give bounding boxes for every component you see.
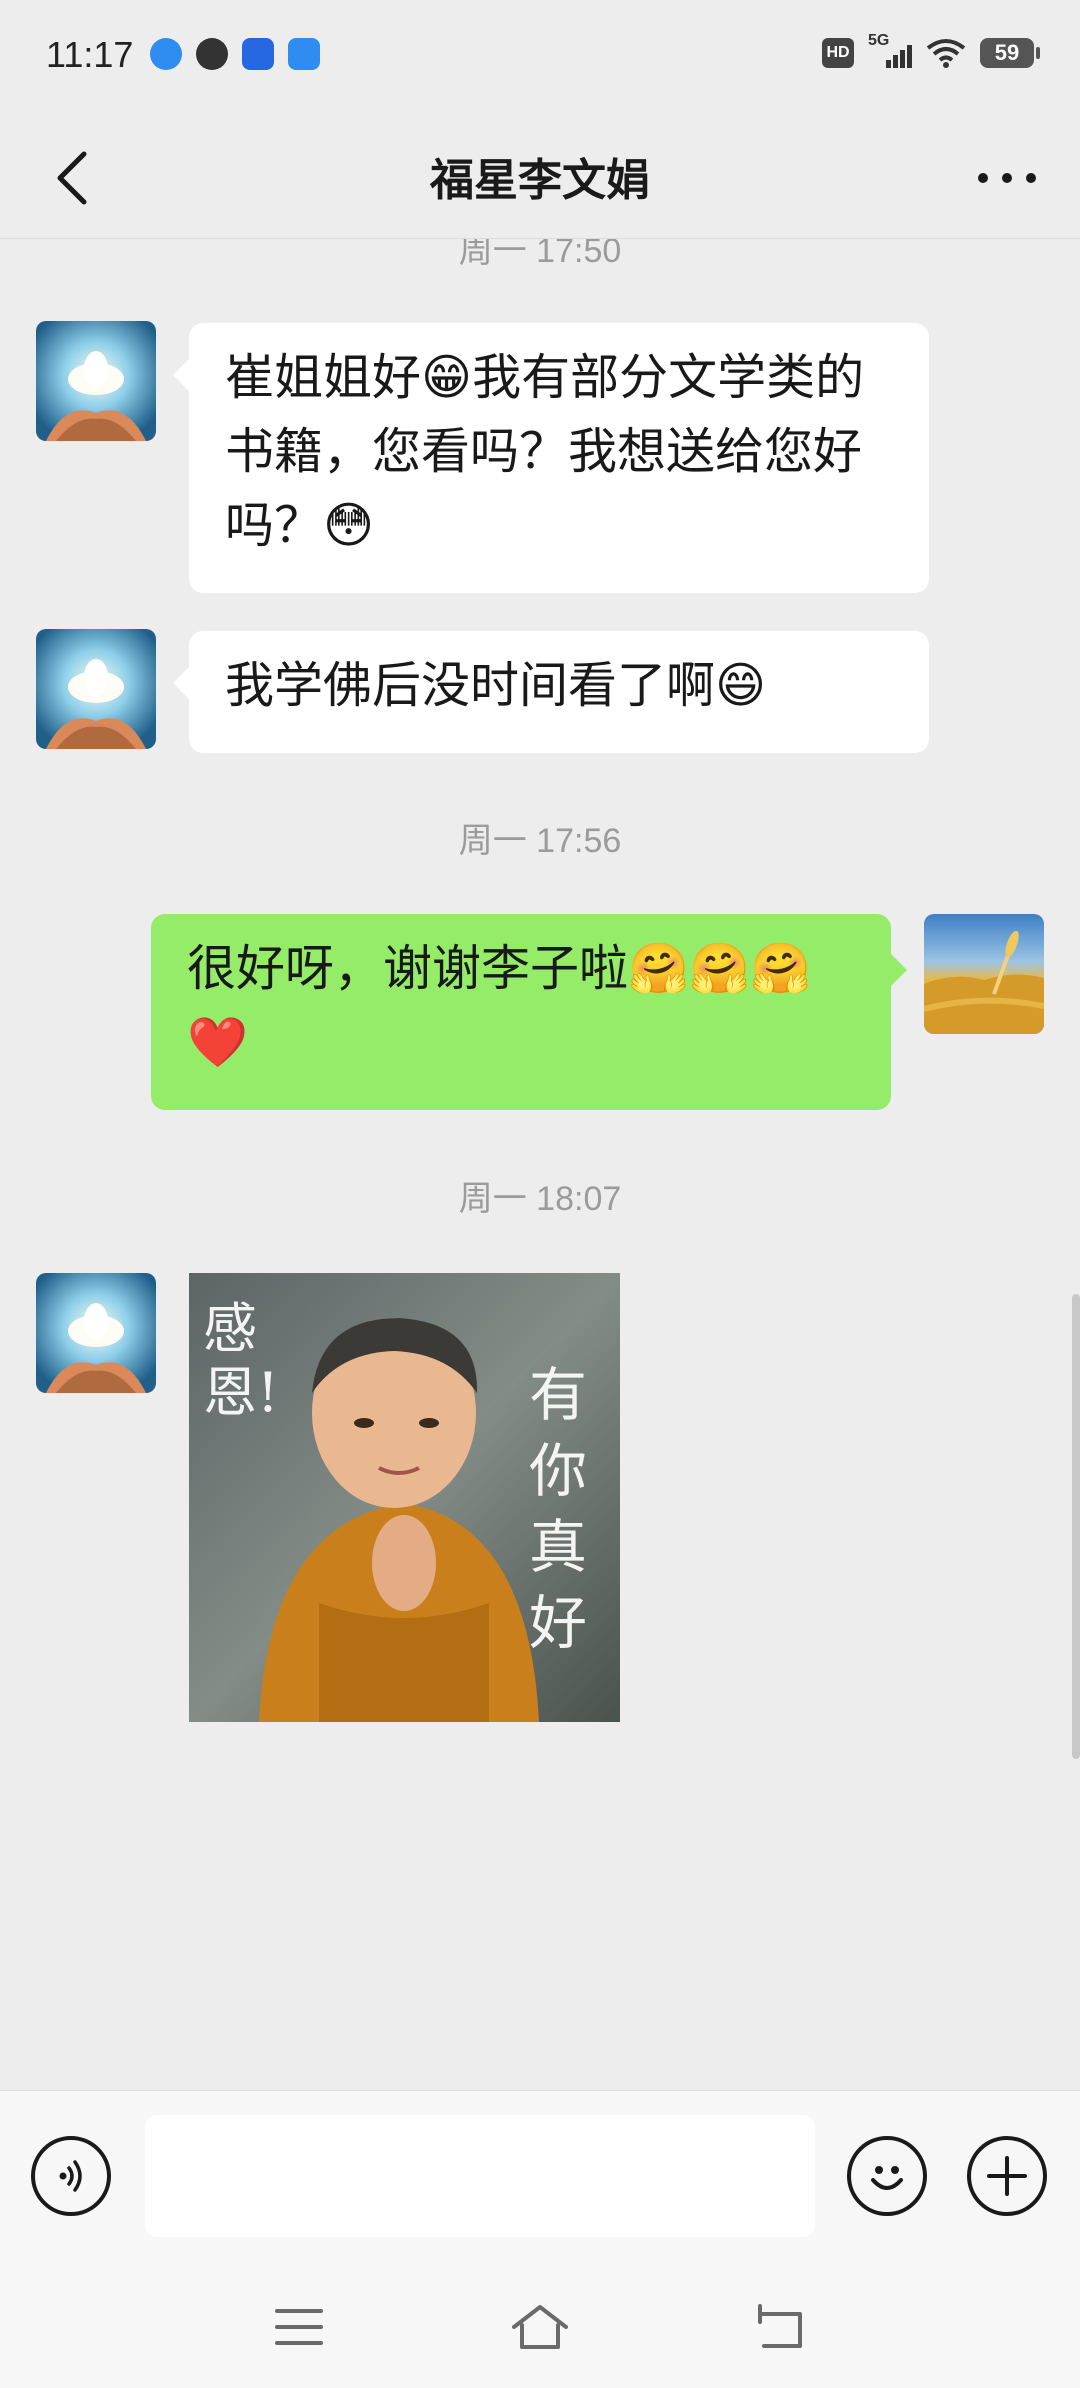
hd-icon: HD xyxy=(822,38,854,68)
link-app-icon xyxy=(288,38,320,70)
message-text: 我学佛后没时间看了啊😄 xyxy=(225,657,767,714)
sticker-caption-left: 感恩! xyxy=(203,1297,279,1424)
nav-menu-button[interactable] xyxy=(264,2292,334,2362)
contact-avatar[interactable] xyxy=(36,1273,156,1393)
scrollbar[interactable] xyxy=(1072,1294,1080,1759)
message-text: 崔姐姐好😁我有部分文学类的书籍，您看吗？我想送给您好吗？😳 xyxy=(225,349,865,554)
home-icon xyxy=(512,2305,568,2349)
browser-app-icon xyxy=(150,38,182,70)
translate-app-icon xyxy=(242,38,274,70)
notification-icons xyxy=(150,38,320,70)
message-bubble[interactable]: 我学佛后没时间看了啊😄 xyxy=(173,631,929,753)
input-bar xyxy=(0,2090,1080,2271)
chat-title: 福星李文娟 xyxy=(430,155,650,206)
timestamp: 周一 18:07 xyxy=(458,1180,622,1218)
emoji-button[interactable] xyxy=(847,2136,927,2216)
nav-home-button[interactable] xyxy=(505,2292,575,2362)
more-dots-icon xyxy=(978,173,1036,183)
timestamp: 周一 17:50 xyxy=(458,239,622,270)
wifi-icon xyxy=(926,39,966,68)
back-arrow-icon xyxy=(758,2304,802,2348)
contact-avatar[interactable] xyxy=(36,321,156,441)
message-bubble[interactable]: 崔姐姐好😁我有部分文学类的书籍，您看吗？我想送给您好吗？😳 xyxy=(173,323,929,593)
smiley-icon xyxy=(871,2166,903,2190)
battery-icon: 59 xyxy=(980,38,1040,68)
sticker-image-message[interactable]: 感恩! 有你真好 xyxy=(189,1273,620,1722)
voice-icon xyxy=(59,2160,82,2192)
chat-header: 福星李文娟 xyxy=(0,118,1080,239)
menu-icon xyxy=(275,2309,323,2345)
more-functions-button[interactable] xyxy=(967,2136,1047,2216)
status-bar: 11:17 HD 5G 59 xyxy=(0,0,1080,118)
message-input[interactable] xyxy=(145,2115,815,2237)
cellular-signal-icon: 5G xyxy=(868,32,912,68)
more-options-button[interactable] xyxy=(972,158,1042,198)
plus-icon xyxy=(987,2156,1027,2196)
system-nav-bar xyxy=(0,2270,1080,2388)
voice-input-button[interactable] xyxy=(31,2136,111,2216)
my-message-bubble[interactable]: 很好呀，谢谢李子啦🤗🤗🤗❤️ xyxy=(151,914,907,1110)
sticker-caption-right: 有你真好 xyxy=(529,1361,588,1657)
network-type-label: 5G xyxy=(868,32,890,49)
status-right: HD 5G 59 xyxy=(822,32,1040,68)
timestamp: 周一 17:56 xyxy=(458,822,622,860)
message-list[interactable]: 周一 17:50 崔姐姐好😁我有部分文学类的书籍，您看吗？我想送给您好吗？😳 我… xyxy=(0,239,1080,2089)
contact-avatar[interactable] xyxy=(36,629,156,749)
chat-bubble-icon xyxy=(196,38,228,70)
nav-back-button[interactable] xyxy=(745,2292,815,2362)
my-avatar[interactable] xyxy=(924,914,1044,1034)
message-text: 很好呀，谢谢李子啦🤗🤗🤗❤️ xyxy=(187,940,812,1071)
status-time: 11:17 xyxy=(46,34,134,75)
